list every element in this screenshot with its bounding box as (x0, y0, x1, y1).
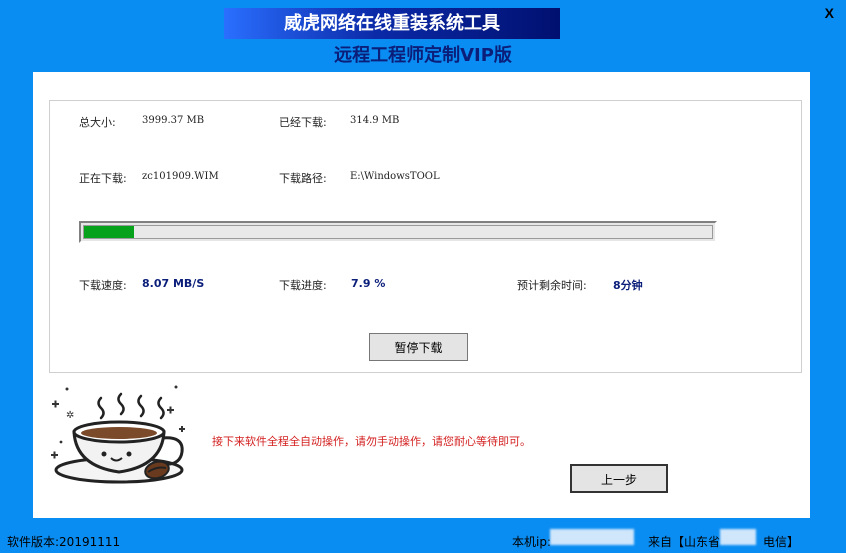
remaining-time-label: 预计剩余时间: (517, 279, 587, 292)
app-title: 威虎网络在线重装系统工具 (224, 8, 560, 39)
downloaded-label: 已经下载: (279, 116, 327, 129)
total-size-value: 3999.37 MB (142, 115, 205, 126)
download-path-label: 下载路径: (279, 172, 327, 185)
isp-label: 电信】 (763, 535, 800, 549)
remaining-time-value: 8分钟 (613, 279, 643, 292)
progress-fill (84, 226, 134, 238)
app-subtitle: 远程工程师定制VIP版 (334, 45, 512, 66)
downloading-label: 正在下载: (79, 172, 127, 185)
progress-value: 7.9 % (351, 277, 386, 290)
close-button[interactable]: X (825, 5, 834, 21)
progress-track (83, 225, 713, 239)
downloading-file-value: zc101909.WIM (142, 171, 219, 182)
pause-download-button[interactable]: 暂停下载 (369, 333, 468, 361)
software-version: 软件版本:20191111 (7, 535, 121, 549)
speed-label: 下载速度: (79, 279, 127, 292)
download-path-value: E:\WindowsTOOL (350, 171, 440, 182)
auto-operation-notice: 接下来软件全程全自动操作，请勿手动操作，请您耐心等待即可。 (212, 435, 531, 448)
coffee-cup-illustration: ✲ (49, 384, 192, 488)
previous-step-button[interactable]: 上一步 (570, 464, 668, 493)
redacted-ip (550, 529, 634, 545)
progress-label: 下载进度: (279, 279, 327, 292)
downloaded-value: 314.9 MB (350, 115, 400, 126)
local-ip-label: 本机ip: (512, 535, 551, 549)
redacted-city (720, 529, 756, 545)
speed-value: 8.07 MB/S (142, 277, 205, 290)
location-from-label: 来自【山东省 (648, 535, 721, 549)
total-size-label: 总大小: (79, 116, 116, 129)
download-progress-bar (79, 221, 717, 243)
svg-text:✲: ✲ (66, 410, 74, 421)
